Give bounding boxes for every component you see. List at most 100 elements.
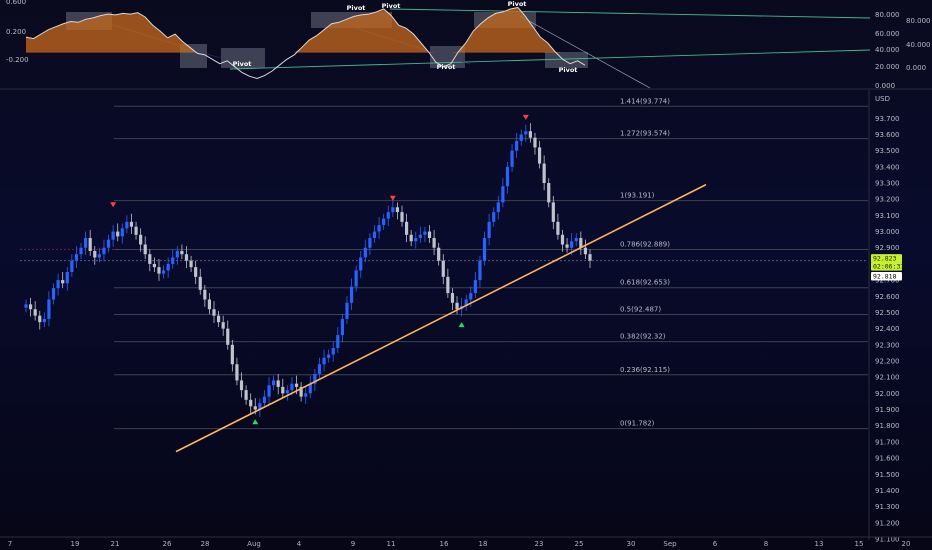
time-tick: 6 — [713, 540, 718, 548]
price-tick: 91.800 — [875, 422, 900, 430]
fib-label-0.5: 0.5(92.487) — [620, 306, 661, 314]
candle-body — [74, 254, 79, 261]
price-tick: 91.700 — [875, 438, 900, 446]
time-tick: 18 — [479, 540, 488, 548]
candle-body — [93, 250, 97, 258]
osc-right-tick: 80.000 — [875, 11, 900, 19]
candle-body — [583, 247, 588, 255]
candle-body — [106, 239, 111, 248]
trendline[interactable] — [175, 183, 707, 453]
candle-body — [38, 315, 42, 323]
candle-body — [519, 134, 523, 141]
candle-body — [386, 212, 390, 219]
fib-label-0.236: 0.236(92.115) — [620, 366, 670, 374]
candle-body — [111, 231, 115, 240]
candle-body — [528, 131, 532, 138]
candle-body — [207, 299, 212, 310]
candle-body — [125, 221, 129, 229]
price-tick: 93.200 — [875, 196, 900, 204]
price-tick: 91.500 — [875, 471, 900, 479]
candle-body — [65, 272, 69, 284]
price-tick: 91.600 — [875, 455, 900, 463]
candle-body — [510, 150, 514, 167]
candle-body — [56, 280, 60, 289]
fib-label-1: 1(93.191) — [620, 192, 655, 200]
candle-body — [551, 202, 555, 222]
candle-body — [88, 238, 92, 251]
candle-body — [143, 244, 147, 255]
candle-body — [446, 276, 450, 294]
osc-right-tick-inner: 80.000 — [906, 17, 931, 25]
oscillator-panel: Pivot Pivot Pivot Pivot Pivot Pivot 0.600 0.200… — [6, 0, 931, 90]
candle-body — [349, 286, 354, 303]
candle-body — [473, 280, 477, 294]
candle-body — [533, 137, 537, 148]
candle-body — [120, 228, 124, 237]
candle-body — [212, 309, 216, 316]
candle-body — [239, 380, 244, 391]
price-tick: 92.500 — [875, 309, 900, 317]
candle-body — [61, 280, 65, 284]
candle-body — [102, 247, 106, 255]
candle-body — [171, 257, 175, 264]
candle-body — [129, 221, 134, 227]
fib-label-0.786: 0.786(92.889) — [620, 241, 670, 249]
osc-right-tick-inner: 40.000 — [906, 41, 931, 49]
fib-label-0: 0(91.782) — [620, 420, 655, 428]
candle-body — [194, 267, 198, 277]
candle-body — [377, 225, 381, 232]
osc-right-tick-inner: 0.000 — [906, 64, 926, 72]
candle-body — [414, 238, 418, 242]
price-tick: 93.700 — [875, 115, 900, 123]
pivot-label: Pivot — [382, 2, 401, 10]
candle-body — [230, 344, 234, 365]
time-tick: Sep — [663, 540, 677, 548]
time-tick: 9 — [351, 540, 355, 548]
tradingview-chart: Pivot Pivot Pivot Pivot Pivot Pivot 0.600 0.200… — [0, 0, 932, 548]
price-tick: 93.500 — [875, 147, 900, 155]
price-axis[interactable]: USD 93.700 93.600 93.500 93.400 93.300 93.200 9… — [868, 90, 904, 544]
candle-body — [294, 383, 299, 387]
candle-body — [359, 257, 363, 271]
osc-left-tick: 0.200 — [6, 28, 26, 36]
pivot-label: Pivot — [437, 63, 456, 71]
price-tick: 92.400 — [875, 325, 900, 333]
price-tick: 92.100 — [875, 374, 900, 382]
candle-body — [70, 260, 74, 272]
candle-body — [24, 304, 28, 308]
candle-body — [116, 231, 120, 237]
candle-body — [537, 147, 542, 164]
candle-body — [198, 276, 202, 290]
candle-body — [281, 386, 285, 394]
pivot-label: Pivot — [347, 4, 366, 12]
time-tick: Aug — [247, 540, 261, 548]
candle-body — [166, 263, 170, 271]
pivot-label: Pivot — [559, 66, 578, 74]
candle-body — [409, 234, 413, 242]
candle-body — [556, 221, 560, 235]
candle-body — [249, 399, 253, 407]
price-tick: 91.400 — [875, 487, 900, 495]
pivot-high-marker — [522, 114, 529, 120]
candlestick-series — [24, 123, 592, 417]
candle-body — [418, 234, 422, 239]
candle-body — [524, 131, 528, 135]
price-tick: 92.600 — [875, 293, 900, 301]
pivot-low-marker — [252, 419, 259, 425]
support-trendline[interactable] — [175, 183, 707, 453]
candle-body — [588, 254, 592, 261]
candle-body — [47, 299, 51, 319]
candle-body — [437, 247, 441, 261]
osc-right-tick: 40.000 — [875, 46, 900, 54]
time-tick: 28 — [201, 540, 210, 548]
candle-body — [161, 270, 166, 274]
candle-body — [97, 254, 101, 258]
candle-body — [184, 254, 189, 261]
candle-body — [542, 163, 546, 183]
candle-body — [515, 140, 519, 151]
candle-body — [175, 250, 179, 258]
time-axis[interactable]: 7 19 21 26 28 Aug 4 9 11 16 18 23 25 30 Sep 6 8 13 15 20 — [0, 536, 932, 548]
candle-body — [450, 293, 455, 303]
candle-body — [469, 293, 473, 300]
candle-body — [290, 383, 294, 391]
